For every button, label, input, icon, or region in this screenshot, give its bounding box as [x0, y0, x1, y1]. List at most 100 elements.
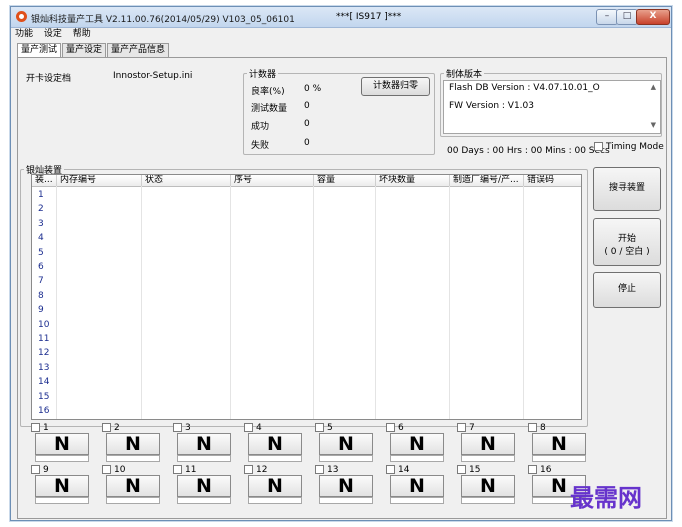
scroll-up-icon[interactable]: ▲ — [651, 83, 656, 91]
table-row[interactable]: 14 — [38, 377, 49, 387]
table-row[interactable]: 8 — [38, 291, 44, 301]
start-button[interactable]: 开始 ( 0 / 空白 ) — [593, 218, 661, 266]
table-row[interactable]: 12 — [38, 348, 49, 358]
col-manufacturer-id[interactable]: 制造厂编号/产... — [450, 175, 524, 186]
port-checkbox[interactable]: 6 — [386, 423, 404, 433]
tab-product-info[interactable]: 量产产品信息 — [107, 43, 170, 57]
port-select-box[interactable] — [173, 423, 182, 432]
port-status-button[interactable]: N — [106, 433, 160, 455]
col-status[interactable]: 状态 — [142, 175, 231, 186]
port-select-box[interactable] — [31, 423, 40, 432]
reset-counter-button[interactable]: 计数器归零 — [361, 77, 430, 96]
port-status-button[interactable]: N — [106, 475, 160, 497]
port-progress-bar — [177, 497, 231, 504]
port-checkbox[interactable]: 4 — [244, 423, 262, 433]
table-row[interactable]: 1 — [38, 190, 44, 200]
table-row[interactable]: 7 — [38, 276, 44, 286]
menu-function[interactable]: 功能 — [15, 28, 33, 41]
col-serial[interactable]: 序号 — [231, 175, 314, 186]
port-select-box[interactable] — [457, 465, 466, 474]
port-checkbox[interactable]: 16 — [528, 465, 551, 475]
table-row[interactable]: 6 — [38, 262, 44, 272]
port-checkbox[interactable]: 2 — [102, 423, 120, 433]
port-checkbox[interactable]: 5 — [315, 423, 333, 433]
port-status-button[interactable]: N — [319, 475, 373, 497]
table-row[interactable]: 15 — [38, 392, 49, 402]
table-header: 装... 内存编号 状态 序号 容量 坏块数量 制造厂编号/产... 错误码 — [32, 175, 581, 187]
port-status-button[interactable]: N — [532, 433, 586, 455]
close-button[interactable]: X — [636, 9, 670, 25]
port-select-box[interactable] — [457, 423, 466, 432]
minimize-button[interactable]: – — [596, 9, 618, 25]
col-error-code[interactable]: 错误码 — [524, 175, 581, 186]
port-status-button[interactable]: N — [248, 433, 302, 455]
counter-legend: 计数器 — [249, 70, 277, 80]
port-checkbox[interactable]: 13 — [315, 465, 338, 475]
col-memory-id[interactable]: 内存编号 — [57, 175, 142, 186]
timing-mode-box[interactable] — [594, 142, 603, 151]
port-select-box[interactable] — [315, 423, 324, 432]
port-select-box[interactable] — [244, 465, 253, 474]
port-status-button[interactable]: N — [177, 475, 231, 497]
table-row[interactable]: 5 — [38, 248, 44, 258]
title-bar[interactable]: 银灿科技量产工具 V2.11.00.76(2014/05/29) V103_05… — [11, 7, 671, 28]
port-status-button[interactable]: N — [35, 433, 89, 455]
port-select-box[interactable] — [315, 465, 324, 474]
port-status-button[interactable]: N — [390, 475, 444, 497]
port-status-button[interactable]: N — [461, 475, 515, 497]
port-status-button[interactable]: N — [248, 475, 302, 497]
port-select-box[interactable] — [386, 465, 395, 474]
menu-settings[interactable]: 设定 — [44, 28, 62, 41]
port-status-button[interactable]: N — [35, 475, 89, 497]
port-checkbox[interactable]: 7 — [457, 423, 475, 433]
table-row[interactable]: 13 — [38, 363, 49, 373]
table-row[interactable]: 16 — [38, 406, 49, 416]
port-status-button[interactable]: N — [177, 433, 231, 455]
port-status-button[interactable]: N — [390, 433, 444, 455]
port-checkbox[interactable]: 11 — [173, 465, 196, 475]
port-select-box[interactable] — [528, 423, 537, 432]
col-capacity[interactable]: 容量 — [314, 175, 376, 186]
col-bad-blocks[interactable]: 坏块数量 — [376, 175, 450, 186]
scan-devices-button[interactable]: 搜寻装置 — [593, 167, 661, 211]
timing-mode-checkbox[interactable]: Timing Mode — [594, 142, 664, 152]
tab-production-settings[interactable]: 量产设定 — [62, 43, 107, 57]
col-device[interactable]: 装... — [32, 175, 57, 186]
table-row[interactable]: 10 — [38, 320, 49, 330]
port-checkbox[interactable]: 14 — [386, 465, 409, 475]
table-row[interactable]: 3 — [38, 219, 44, 229]
port-status-button[interactable]: N — [319, 433, 373, 455]
yield-rate-label: 良率(%) — [251, 87, 285, 97]
timing-mode-label: Timing Mode — [606, 142, 664, 152]
port-select-box[interactable] — [386, 423, 395, 432]
device-table[interactable]: 装... 内存编号 状态 序号 容量 坏块数量 制造厂编号/产... 错误码 1… — [31, 174, 582, 420]
stop-button[interactable]: 停止 — [593, 272, 661, 308]
port-checkbox[interactable]: 9 — [31, 465, 49, 475]
port-checkbox[interactable]: 8 — [528, 423, 546, 433]
port-select-box[interactable] — [244, 423, 253, 432]
port-select-box[interactable] — [31, 465, 40, 474]
port-select-box[interactable] — [102, 465, 111, 474]
table-row[interactable]: 9 — [38, 305, 44, 315]
port-status-button[interactable]: N — [461, 433, 515, 455]
port-slot: 7N — [457, 423, 515, 463]
port-slot: 9N — [31, 465, 89, 505]
tab-production-test[interactable]: 量产测试 — [17, 43, 62, 58]
port-checkbox[interactable]: 15 — [457, 465, 480, 475]
port-checkbox[interactable]: 1 — [31, 423, 49, 433]
port-checkbox[interactable]: 10 — [102, 465, 125, 475]
table-row[interactable]: 4 — [38, 233, 44, 243]
start-button-label: 开始 — [617, 234, 636, 244]
port-checkbox[interactable]: 12 — [244, 465, 267, 475]
port-select-box[interactable] — [528, 465, 537, 474]
port-checkbox[interactable]: 3 — [173, 423, 191, 433]
table-row[interactable]: 11 — [38, 334, 49, 344]
port-select-box[interactable] — [102, 423, 111, 432]
scroll-down-icon[interactable]: ▼ — [651, 121, 656, 129]
yield-rate-value: 0 % — [304, 84, 322, 94]
maximize-button[interactable]: □ — [616, 9, 638, 25]
table-row[interactable]: 2 — [38, 204, 44, 214]
port-select-box[interactable] — [173, 465, 182, 474]
firmware-info-box[interactable]: Flash DB Version : V4.07.10.01_O FW Vers… — [443, 80, 661, 134]
menu-help[interactable]: 帮助 — [73, 28, 91, 41]
